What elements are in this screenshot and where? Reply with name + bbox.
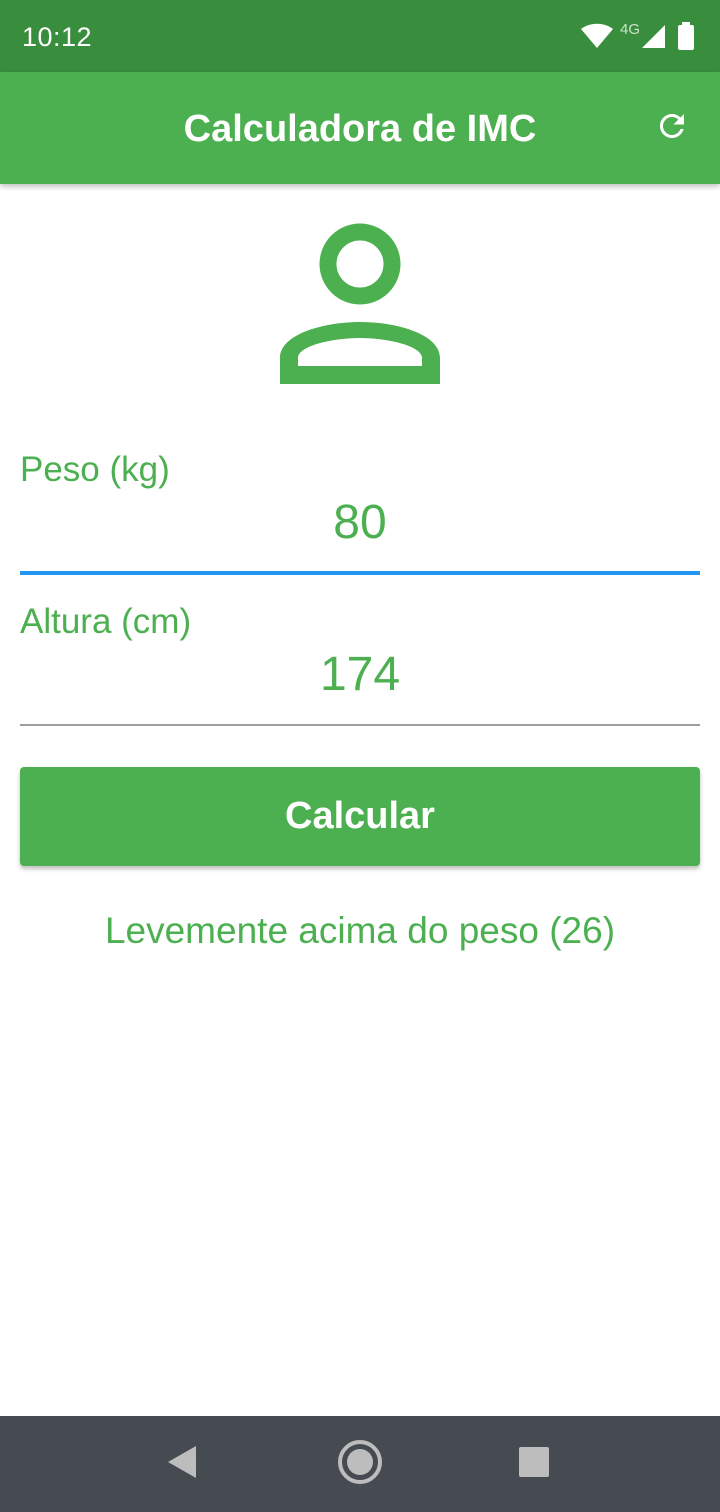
battery-icon xyxy=(678,22,694,50)
height-input[interactable] xyxy=(20,646,700,702)
height-label: Altura (cm) xyxy=(20,602,192,641)
weight-input[interactable] xyxy=(20,494,700,550)
calculate-button[interactable]: Calcular xyxy=(20,767,700,866)
page-title: Calculadora de IMC xyxy=(183,108,537,150)
home-button[interactable] xyxy=(336,1438,384,1491)
network-type-label: 4G xyxy=(619,20,640,38)
weight-underline xyxy=(20,571,700,575)
refresh-button[interactable] xyxy=(648,104,696,152)
app-bar: Calculadora de IMC xyxy=(0,72,720,184)
bmi-calculator-screen: 10:12 4G Calculadora de IMC Peso (kg) 80… xyxy=(0,0,720,1512)
system-nav-bar xyxy=(0,1416,720,1512)
weight-field: Peso (kg) xyxy=(20,450,700,578)
status-icons: 4G xyxy=(580,18,694,54)
status-time: 10:12 xyxy=(22,22,93,52)
home-icon xyxy=(336,1438,384,1491)
refresh-icon xyxy=(654,108,690,149)
height-underline xyxy=(20,724,700,726)
recents-icon xyxy=(518,1446,550,1483)
back-button[interactable] xyxy=(158,1440,206,1488)
recents-button[interactable] xyxy=(510,1440,558,1488)
signal-icon xyxy=(642,23,666,49)
wifi-icon xyxy=(580,23,614,49)
back-icon xyxy=(166,1444,198,1485)
status-bar: 10:12 4G xyxy=(0,0,720,72)
person-icon xyxy=(264,208,456,400)
result-text: Levemente acima do peso (26) xyxy=(104,910,616,951)
weight-label: Peso (kg) xyxy=(20,450,170,489)
height-field: Altura (cm) xyxy=(20,602,700,730)
